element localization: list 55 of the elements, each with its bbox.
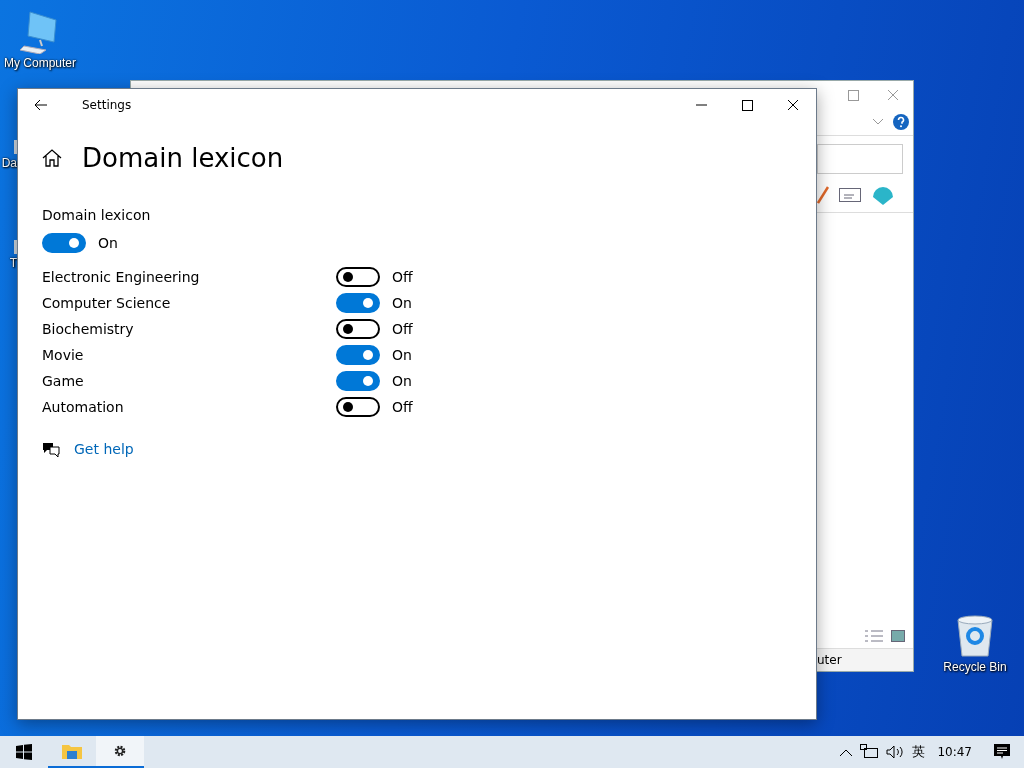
toggle-state: On [392,347,412,363]
setting-label: Biochemistry [42,321,135,337]
toggle-switch[interactable] [336,397,380,417]
toggle-state: On [392,373,412,389]
help-icon[interactable] [893,114,909,130]
setting-label: Movie [42,347,85,363]
toggle-switch[interactable] [336,345,380,365]
setting-label: Game [42,373,85,389]
input-language[interactable]: 英 [912,743,926,761]
close-icon [787,99,799,111]
toggle-switch[interactable] [42,233,86,253]
toggle-state: On [392,295,412,311]
envelope-icon[interactable] [839,188,861,202]
speaker-icon[interactable] [886,745,905,759]
shell-icon[interactable] [871,184,895,206]
back-arrow-icon [34,99,48,111]
desktop-icon-label: Recycle Bin [943,660,1007,674]
network-icon[interactable] [860,744,879,760]
desktop-icon-label: Da [1,156,17,170]
setting-label: Automation [42,399,125,415]
toggle-switch[interactable] [336,319,380,339]
windows-logo [16,744,32,760]
clock[interactable]: 10:47 [937,745,972,759]
maximize-icon [741,99,753,111]
maximize-icon[interactable] [848,89,859,101]
notification-icon[interactable] [994,744,1010,760]
status-text: uter [817,653,842,667]
toggle-state: Off [392,399,413,415]
toggle-state: On [98,235,118,251]
minimize-icon [695,104,707,106]
setting-label: Electronic Engineering [42,269,201,285]
setting-label: Computer Science [42,295,172,311]
folder-icon [62,743,82,759]
desktop-icon-label: T [9,256,17,270]
address-field[interactable] [817,144,903,174]
chat-help-icon[interactable] [42,441,60,457]
page-heading: Domain lexicon [82,143,284,173]
chevron-up-icon[interactable] [840,748,853,756]
computer-icon[interactable] [20,10,60,54]
toggle-switch[interactable] [336,267,380,287]
toggle-switch[interactable] [336,371,380,391]
chevron-down-icon[interactable] [873,119,883,125]
help-link[interactable]: Get help [74,441,134,457]
window-title: Settings [82,98,132,112]
toggle-switch[interactable] [336,293,380,313]
trash-bin-icon[interactable] [955,614,995,658]
setting-label: Domain lexicon [42,207,152,223]
desktop-icon-label: My Computer [4,56,76,70]
toggle-state: Off [392,321,413,337]
close-icon[interactable] [887,89,899,101]
toggle-state: Off [392,269,413,285]
settings-icon [113,744,127,758]
home-icon[interactable] [42,149,62,167]
taskbar-app[interactable] [96,736,144,768]
pencil-icon[interactable] [817,186,829,204]
